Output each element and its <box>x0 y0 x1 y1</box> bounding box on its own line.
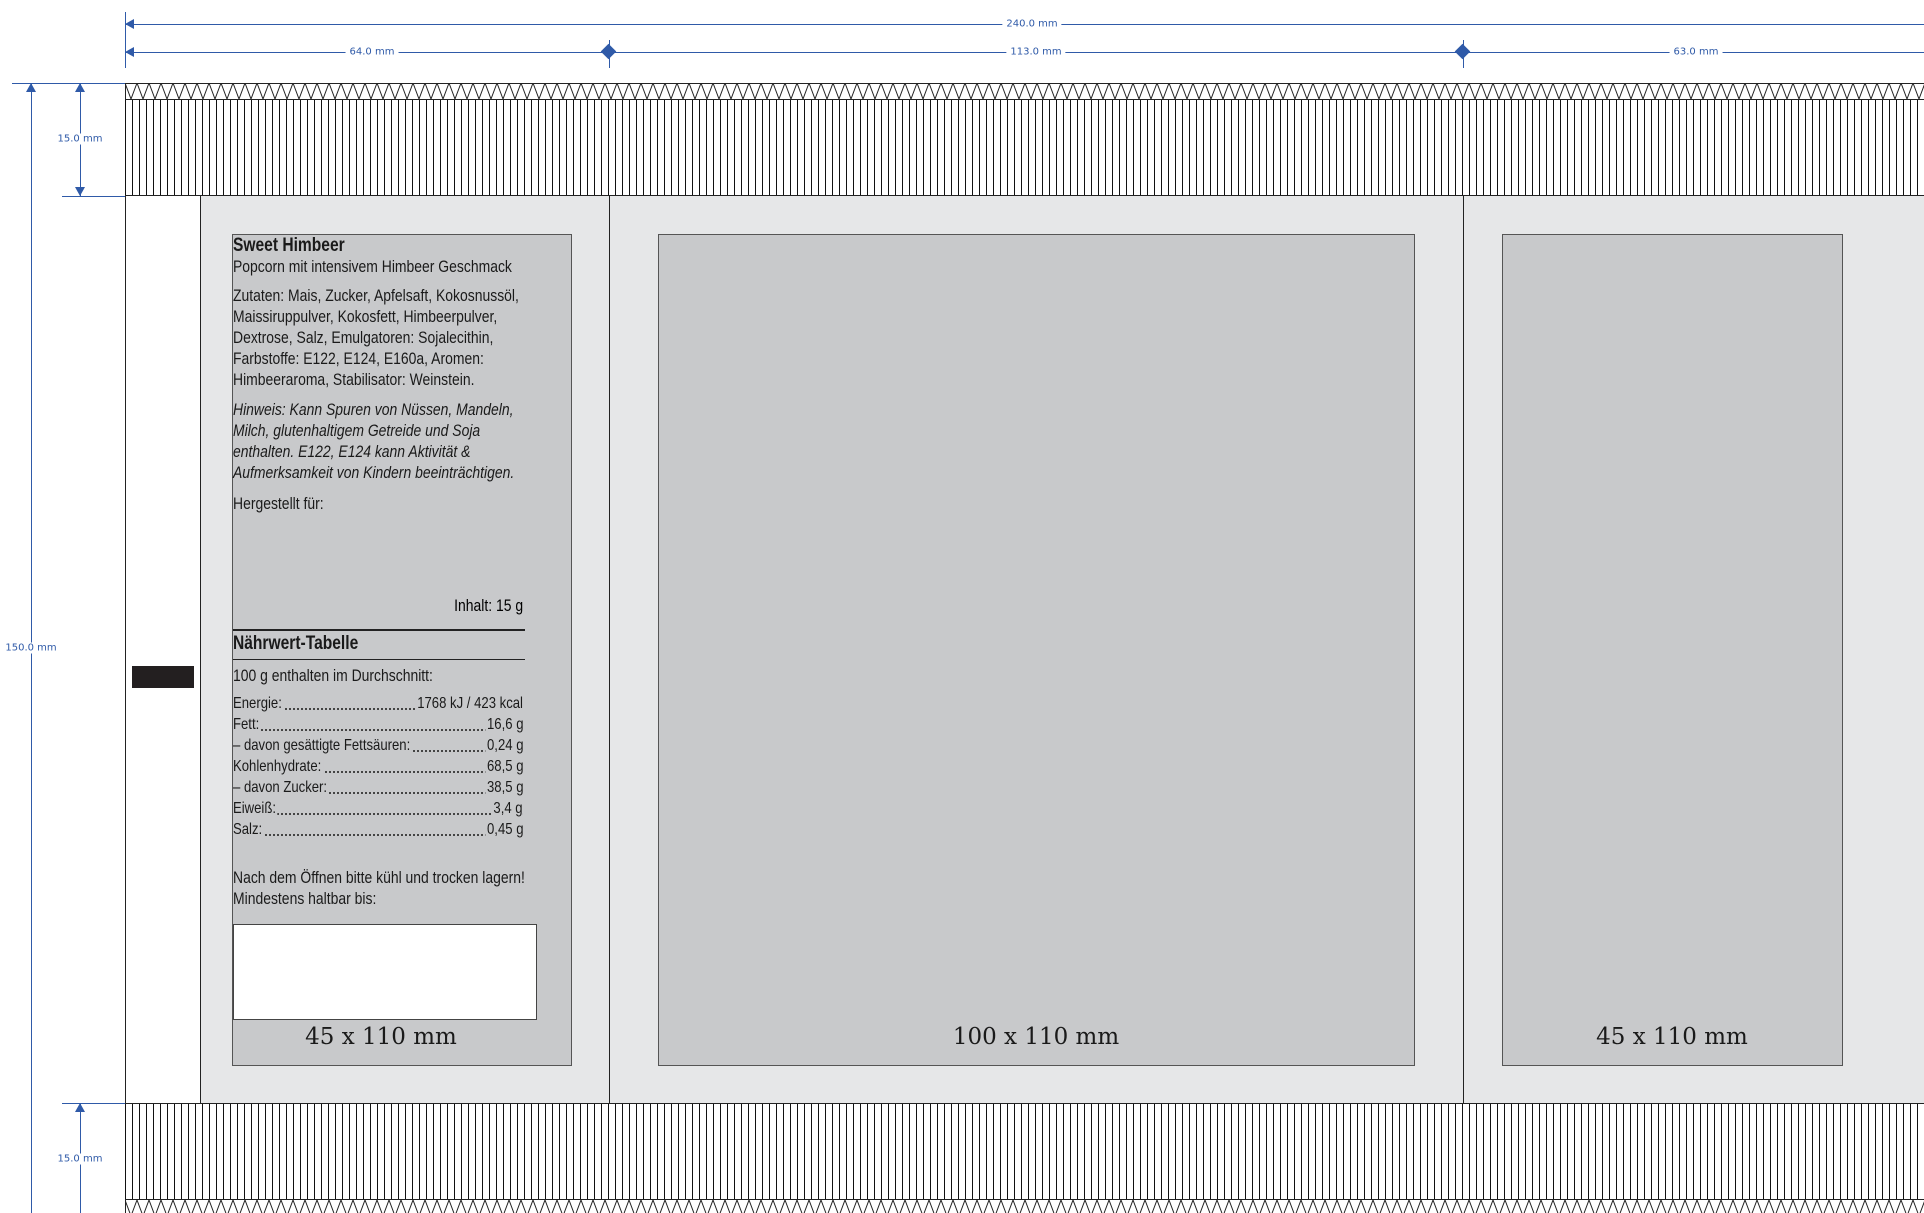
diamond-marker <box>1454 43 1471 60</box>
hint-line: enthalten. E122, E124 kann Aktivität & <box>233 442 471 461</box>
total-height-label: 150.0 mm <box>1 642 61 654</box>
nutrition-row: – davon Zucker: 38,5 g <box>233 777 523 798</box>
best-before-field <box>233 924 537 1020</box>
center-label-size: 100 x 110 mm <box>952 1024 1120 1050</box>
ingredients-line: Zutaten: Mais, Zucker, Apfelsaft, Kokosn… <box>233 286 519 305</box>
ingredients-line: Farbstoffe: E122, E124, E160a, Aromen: <box>233 349 484 368</box>
nutrition-name: Salz: <box>233 819 264 840</box>
nutrition-name: Fett: <box>233 714 261 735</box>
nutrition-value: 38,5 g <box>484 777 523 798</box>
diamond-marker <box>600 43 617 60</box>
best-before-label: Mindestens haltbar bis: <box>233 889 377 908</box>
nutrition-name: Kohlenhydrate: <box>233 756 323 777</box>
nutrition-intro: 100 g enthalten im Durchschnitt: <box>233 666 433 685</box>
contents-row: Inhalt: 15 g <box>233 595 523 616</box>
bottom-seal-height-label: 15.0 mm <box>53 1153 107 1165</box>
eye-mark <box>132 666 194 688</box>
divider <box>233 629 525 631</box>
nutrition-row: Energie: 1768 kJ / 423 kcal <box>233 693 523 714</box>
ingredients-line: Maissiruppulver, Kokosfett, Himbeerpulve… <box>233 307 498 326</box>
nutrition-row: Fett: 16,6 g <box>233 714 523 735</box>
nutrition-row: Eiweiß: 3,4 g <box>233 798 523 819</box>
nutrition-value: 0,45 g <box>484 819 523 840</box>
bottom-seal-hatching <box>125 1103 1924 1200</box>
nutrition-name: – davon Zucker: <box>233 777 329 798</box>
hint-line: Milch, glutenhaltigem Getreide und Soja <box>233 421 481 440</box>
nutrition-value: 1768 kJ / 423 kcal <box>415 693 523 714</box>
back-label-panel <box>1502 234 1843 1066</box>
package-left-edge <box>125 83 126 1213</box>
bottom-zigzag-edge <box>125 1200 1924 1213</box>
total-width-label: 240.0 mm <box>1002 18 1062 30</box>
left-flap <box>125 196 201 1103</box>
hint-line: Hinweis: Kann Spuren von Nüssen, Mandeln… <box>233 400 514 419</box>
front-label-panel <box>658 234 1415 1066</box>
top-seal-hatching <box>125 99 1924 196</box>
contents: Inhalt: 15 g <box>454 596 523 615</box>
product-subtitle: Popcorn mit intensivem Himbeer Geschmack <box>233 257 512 276</box>
nutrition-value: 68,5 g <box>484 756 523 777</box>
nutrition-title: Nährwert-Tabelle <box>233 633 359 654</box>
ingredients-line: Himbeeraroma, Stabilisator: Weinstein. <box>233 370 475 389</box>
nutrition-name: – davon gesättigte Fettsäuren: <box>233 735 412 756</box>
nutrition-row: Kohlenhydrate: 68,5 g <box>233 756 523 777</box>
manufacturer-line: Hergestellt für: <box>233 494 324 513</box>
top-zigzag-edge <box>125 83 1924 99</box>
fold-line-2 <box>1463 196 1464 1103</box>
right-label-size: 45 x 110 mm <box>1596 1024 1748 1050</box>
divider <box>233 659 525 660</box>
info-label-panel: Sweet Himbeer Popcorn mit intensivem Him… <box>232 234 572 1066</box>
nutrition-row: Salz: 0,45 g <box>233 819 523 840</box>
storage-note: Nach dem Öffnen bitte kühl und trocken l… <box>233 868 525 887</box>
fold-line-1 <box>609 196 610 1103</box>
right-panel-width-label: 63.0 mm <box>1669 46 1723 58</box>
nutrition-value: 16,6 g <box>484 714 523 735</box>
nutrition-value: 3,4 g <box>492 798 523 819</box>
product-name: Sweet Himbeer <box>233 235 345 256</box>
hint-line: Aufmerksamkeit von Kindern beeinträchtig… <box>233 463 515 482</box>
ingredients-line: Dextrose, Salz, Emulgatoren: Sojalecithi… <box>233 328 494 347</box>
left-label-size: 45 x 110 mm <box>305 1024 457 1050</box>
nutrition-value: 0,24 g <box>484 735 523 756</box>
top-seal-height-label: 15.0 mm <box>53 133 107 145</box>
nutrition-name: Energie: <box>233 693 284 714</box>
nutrition-name: Eiweiß: <box>233 798 278 819</box>
center-panel-width-label: 113.0 mm <box>1006 46 1066 58</box>
nutrition-row: – davon gesättigte Fettsäuren: 0,24 g <box>233 735 523 756</box>
left-panel-width-label: 64.0 mm <box>345 46 399 58</box>
